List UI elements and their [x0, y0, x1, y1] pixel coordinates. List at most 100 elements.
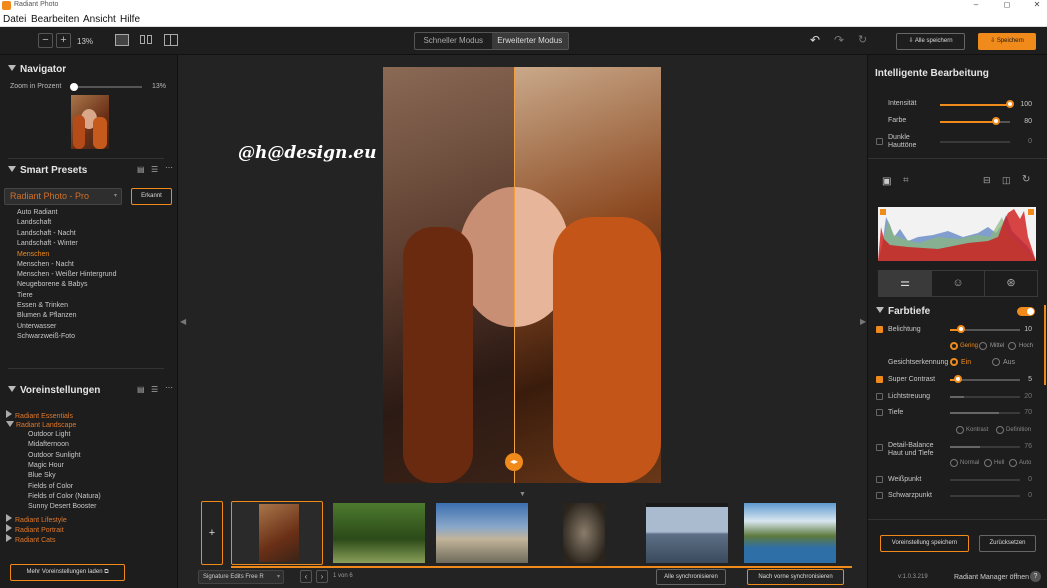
list-item[interactable]: Outdoor Light — [28, 431, 70, 438]
face-off-radio[interactable] — [992, 358, 1000, 366]
save-button[interactable]: ⇩ Speichern — [978, 33, 1036, 50]
image-icon[interactable]: ▣ — [882, 176, 891, 187]
list-item[interactable]: Blumen & Pflanzen — [17, 312, 77, 319]
zoom-in-button[interactable]: + — [56, 33, 71, 48]
detail-balance-checkbox[interactable] — [876, 444, 883, 451]
side-by-side-icon[interactable] — [140, 34, 154, 46]
exposure-hoch-radio[interactable] — [1008, 342, 1016, 350]
collapse-right-icon[interactable]: ▶ — [860, 317, 866, 326]
menu-bearbeiten[interactable]: Bearbeiten — [31, 14, 79, 25]
group-radiant-cats[interactable]: Radiant Cats — [6, 534, 55, 544]
portrait-tab-icon[interactable]: ☺ — [931, 271, 984, 296]
detected-button[interactable]: Erkannt — [131, 188, 172, 205]
undo-icon[interactable]: ↶ — [810, 33, 820, 47]
list-item-active[interactable]: Menschen — [17, 251, 49, 258]
exposure-gering-radio[interactable] — [950, 342, 958, 350]
reset-icon[interactable]: ↻ — [858, 33, 867, 46]
face-on-radio[interactable] — [950, 358, 958, 366]
minimize-icon[interactable]: – — [968, 0, 984, 9]
lichtstreuung-slider[interactable] — [950, 396, 1020, 398]
more-icon[interactable]: ⋯ — [165, 383, 173, 392]
super-contrast-knob[interactable] — [954, 375, 963, 383]
detail-balance-slider[interactable] — [950, 446, 1020, 448]
highlight-clip-icon[interactable] — [1028, 209, 1034, 215]
list-item[interactable]: Tiere — [17, 292, 33, 299]
redo-icon[interactable]: ↷ — [834, 33, 844, 47]
quick-mode-tab[interactable]: Schneller Modus — [415, 33, 492, 49]
radiant-manager-link[interactable]: Radiant Manager öffnen — [954, 574, 1029, 581]
weisspunkt-slider[interactable] — [950, 479, 1020, 481]
sync-all-button[interactable]: Alle synchronisieren — [656, 569, 726, 585]
list-item[interactable]: Sunny Desert Booster — [28, 503, 96, 510]
filmstrip-thumb-5[interactable] — [646, 503, 728, 563]
list-view-icon[interactable]: ☰ — [151, 165, 158, 174]
navigator-zoom-slider[interactable] — [72, 86, 142, 88]
split-divider[interactable] — [514, 67, 515, 483]
farbtiefe-toggle[interactable] — [1017, 307, 1035, 316]
tiefe-definition-radio[interactable] — [996, 426, 1004, 434]
add-image-button[interactable]: + — [201, 501, 223, 565]
detail-hell-radio[interactable] — [984, 459, 992, 467]
zoom-out-button[interactable]: − — [38, 33, 53, 48]
list-item[interactable]: Landschaft - Winter — [17, 240, 78, 247]
super-contrast-checkbox[interactable] — [876, 376, 883, 383]
dark-skin-slider[interactable] — [940, 141, 1010, 143]
navigator-zoom-knob[interactable] — [70, 83, 78, 91]
lichtstreuung-checkbox[interactable] — [876, 393, 883, 400]
dark-skin-checkbox[interactable] — [876, 138, 883, 145]
reset-button[interactable]: Zurücksetzen — [979, 535, 1036, 552]
filmstrip-thumb-4[interactable] — [563, 503, 605, 563]
detail-auto-radio[interactable] — [1009, 459, 1017, 467]
list-item[interactable]: Landschaft — [17, 219, 51, 226]
prev-page-button[interactable]: ‹ — [300, 570, 312, 583]
tiefe-kontrast-radio[interactable] — [956, 426, 964, 434]
group-radiant-lifestyle[interactable]: Radiant Lifestyle — [6, 514, 67, 524]
voreinstellungen-header[interactable]: Voreinstellungen — [8, 385, 100, 396]
grid-view-icon[interactable]: ▤ — [137, 385, 145, 394]
menu-ansicht[interactable]: Ansicht — [83, 14, 116, 25]
main-photo[interactable]: ◂▸ — [383, 67, 661, 483]
list-item[interactable]: Menschen - Nacht — [17, 261, 74, 268]
rotate-icon[interactable]: ↻ — [1022, 174, 1030, 185]
weisspunkt-checkbox[interactable] — [876, 476, 883, 483]
menu-datei[interactable]: Datei — [3, 14, 26, 25]
collapse-left-icon[interactable]: ◀ — [180, 317, 186, 326]
crop-icon[interactable]: ⌗ — [903, 175, 909, 186]
flip-vertical-icon[interactable]: ⊟ — [983, 175, 991, 186]
split-handle-icon[interactable]: ◂▸ — [505, 453, 523, 471]
filmstrip-scrollbar[interactable] — [231, 566, 852, 568]
help-icon[interactable]: ? — [1030, 571, 1041, 582]
filmstrip-thumb-1[interactable] — [231, 501, 323, 565]
save-all-button[interactable]: ⇩ Alle speichern — [896, 33, 965, 50]
belichtung-checkbox[interactable] — [876, 326, 883, 333]
split-view-icon[interactable] — [164, 34, 178, 46]
close-icon[interactable]: ✕ — [1029, 0, 1045, 9]
color-knob[interactable] — [992, 117, 1000, 125]
load-more-presets-button[interactable]: Mehr Voreinstellungen laden ⧉ — [10, 564, 125, 581]
signature-preset-select[interactable]: Signature Edits Free R ▾ — [198, 570, 284, 584]
filmstrip-thumb-3[interactable] — [436, 503, 528, 563]
group-radiant-portrait[interactable]: Radiant Portrait — [6, 524, 64, 534]
list-item[interactable]: Fields of Color (Natura) — [28, 493, 101, 500]
list-item[interactable]: Schwarzweiß-Foto — [17, 333, 75, 340]
color-tab-icon[interactable]: ⊛ — [984, 271, 1037, 296]
save-preset-button[interactable]: Voreinstellung speichern — [880, 535, 969, 552]
list-item[interactable]: Outdoor Sunlight — [28, 452, 81, 459]
farbtiefe-header[interactable]: Farbtiefe — [876, 306, 930, 317]
adjustments-tab-icon[interactable]: ⚌ — [879, 271, 931, 296]
list-item[interactable]: Menschen - Weißer Hintergrund — [17, 271, 116, 278]
flip-horizontal-icon[interactable]: ◫ — [1002, 175, 1011, 186]
filmstrip-thumb-2[interactable] — [333, 503, 425, 563]
shadow-clip-icon[interactable] — [880, 209, 886, 215]
navigator-thumbnail[interactable] — [71, 95, 109, 149]
advanced-mode-tab[interactable]: Erweiterter Modus — [491, 33, 568, 49]
next-page-button[interactable]: › — [316, 570, 328, 583]
exposure-mittel-radio[interactable] — [979, 342, 987, 350]
list-view-icon[interactable]: ☰ — [151, 385, 158, 394]
panel-scrollbar[interactable] — [1044, 305, 1046, 385]
filmstrip-toggle-icon[interactable]: ▼ — [519, 491, 526, 498]
group-radiant-essentials[interactable]: Radiant Essentials — [6, 410, 73, 420]
single-view-icon[interactable] — [115, 34, 129, 46]
list-item[interactable]: Blue Sky — [28, 472, 56, 479]
tiefe-checkbox[interactable] — [876, 409, 883, 416]
